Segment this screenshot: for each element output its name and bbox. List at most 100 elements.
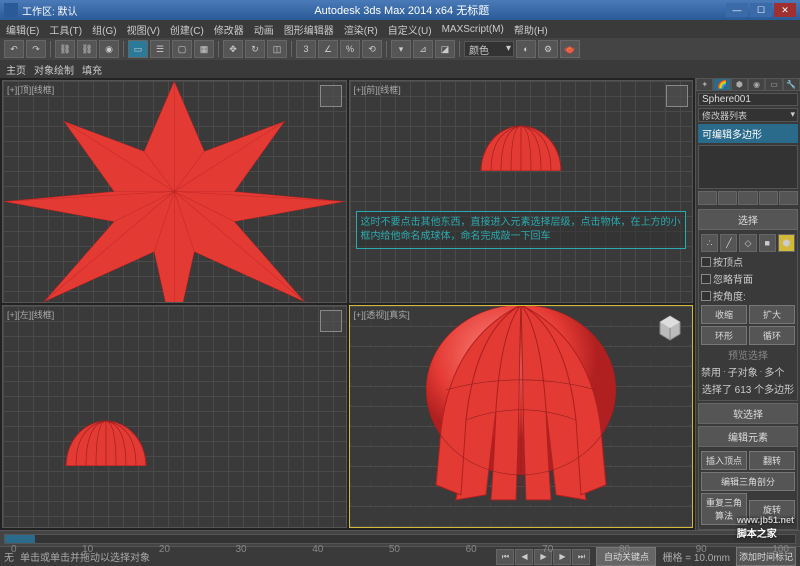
viewport-label[interactable]: [+][透视][真实] — [354, 308, 410, 321]
redo-button[interactable]: ↷ — [26, 40, 46, 58]
shrink-button[interactable]: 收缩 — [701, 305, 747, 324]
ribbon-tab-home[interactable]: 主页 — [6, 62, 26, 77]
tab-display-icon[interactable]: ▭ — [765, 78, 782, 91]
remove-mod-button[interactable] — [759, 191, 778, 205]
time-slider[interactable]: 0102030405060708090100 — [4, 534, 796, 544]
angle-snap-button[interactable]: ∠ — [318, 40, 338, 58]
viewport-left[interactable]: [+][左][线框] — [2, 305, 347, 528]
insert-vertex-button[interactable]: 插入顶点 — [701, 451, 747, 470]
viewport-top[interactable]: [+][顶][线框] — [2, 80, 347, 303]
by-angle-checkbox[interactable] — [701, 291, 711, 301]
menu-group[interactable]: 组(G) — [92, 22, 116, 37]
selection-filter-dropdown[interactable]: 颜色 — [464, 41, 514, 57]
tab-create-icon[interactable]: ✦ — [696, 78, 713, 91]
snap-button[interactable]: 3 — [296, 40, 316, 58]
rollout-selection-header[interactable]: 选择 — [698, 209, 798, 230]
by-vertex-label: 按顶点 — [713, 254, 743, 269]
unlink-button[interactable]: ⛓ — [77, 40, 97, 58]
viewport-label[interactable]: [+][前][线框] — [354, 83, 401, 96]
menu-modifiers[interactable]: 修改器 — [214, 22, 244, 37]
preview-multi[interactable]: 多个 — [764, 364, 784, 379]
bind-button[interactable]: ◉ — [99, 40, 119, 58]
menu-maxscript[interactable]: MAXScript(M) — [442, 24, 504, 35]
timeline[interactable]: 0102030405060708090100 — [0, 531, 800, 547]
modifier-stack-area[interactable] — [698, 145, 798, 189]
configure-button[interactable] — [779, 191, 798, 205]
watermark-url: www.jb51.net — [737, 515, 794, 525]
object-name-input[interactable] — [698, 93, 798, 106]
modifier-stack-item[interactable]: 可编辑多边形 — [698, 124, 798, 143]
spinner-snap-button[interactable]: ⟲ — [362, 40, 382, 58]
render-setup-button[interactable]: ⚙ — [538, 40, 558, 58]
preview-label: 预览选择 — [728, 347, 768, 362]
undo-button[interactable]: ↶ — [4, 40, 24, 58]
viewport-maximize-button[interactable] — [320, 85, 342, 107]
subobj-vertex-icon[interactable]: ∴ — [701, 234, 718, 252]
menu-create[interactable]: 创建(C) — [170, 22, 204, 37]
menu-views[interactable]: 视图(V) — [127, 22, 160, 37]
grow-button[interactable]: 扩大 — [749, 305, 795, 324]
material-editor-button[interactable]: ◐ — [516, 40, 536, 58]
unique-button[interactable] — [738, 191, 757, 205]
preview-sub[interactable]: 子对象 — [728, 364, 758, 379]
viewport-maximize-button[interactable] — [666, 85, 688, 107]
main-area: [+][顶][线框] 这时不要点击其他东西，直接进入元素选择层级，点击物体，在上… — [0, 78, 800, 530]
perspective-bulb-shape — [406, 305, 636, 512]
tab-hierarchy-icon[interactable]: ⬢ — [731, 78, 748, 91]
viewport-front[interactable]: 这时不要点击其他东西，直接进入元素选择层级，点击物体，在上方的小框内给他命名成球… — [349, 80, 694, 303]
window-crossing-button[interactable]: ▦ — [194, 40, 214, 58]
menu-customize[interactable]: 自定义(U) — [388, 22, 432, 37]
edit-tri-button[interactable]: 编辑三角剖分 — [701, 472, 795, 491]
modifier-list-dropdown[interactable]: 修改器列表 — [698, 108, 798, 122]
flip-button[interactable]: 翻转 — [749, 451, 795, 470]
app-icon — [4, 3, 18, 17]
pin-stack-button[interactable] — [698, 191, 717, 205]
ring-button[interactable]: 环形 — [701, 326, 747, 345]
viewport-perspective[interactable]: [+][透视][真实] — [349, 305, 694, 528]
rollout-softsel-header[interactable]: 软选择 — [698, 403, 798, 424]
align-button[interactable]: ◪ — [435, 40, 455, 58]
rotate-button[interactable]: ↻ — [245, 40, 265, 58]
select-name-button[interactable]: ☰ — [150, 40, 170, 58]
named-sel-button[interactable]: ▾ — [391, 40, 411, 58]
preview-off[interactable]: 禁用 — [701, 364, 721, 379]
viewport-label[interactable]: [+][左][线框] — [7, 308, 54, 321]
minimize-button[interactable]: — — [726, 3, 748, 17]
viewport-maximize-button[interactable] — [320, 310, 342, 332]
subobj-edge-icon[interactable]: ╱ — [720, 234, 737, 252]
subobj-element-icon[interactable]: ⬢ — [778, 234, 795, 252]
ignore-backfacing-checkbox[interactable] — [701, 274, 711, 284]
menu-help[interactable]: 帮助(H) — [514, 22, 548, 37]
close-button[interactable]: ✕ — [774, 3, 796, 17]
loop-button[interactable]: 循环 — [749, 326, 795, 345]
viewport-label[interactable]: [+][顶][线框] — [7, 83, 54, 96]
show-result-button[interactable] — [718, 191, 737, 205]
subobj-border-icon[interactable]: ◇ — [739, 234, 756, 252]
menu-render[interactable]: 渲染(R) — [344, 22, 378, 37]
tab-utilities-icon[interactable]: 🔧 — [783, 78, 800, 91]
menu-edit[interactable]: 编辑(E) — [6, 22, 39, 37]
front-hemisphere-shape — [476, 121, 566, 171]
menu-tools[interactable]: 工具(T) — [49, 22, 82, 37]
move-button[interactable]: ✥ — [223, 40, 243, 58]
scale-button[interactable]: ◫ — [267, 40, 287, 58]
by-vertex-checkbox[interactable] — [701, 257, 711, 267]
menu-animation[interactable]: 动画 — [254, 22, 274, 37]
link-button[interactable]: ⛓ — [55, 40, 75, 58]
watermark: www.jb51.net 脚本之家 — [737, 515, 794, 540]
percent-snap-button[interactable]: % — [340, 40, 360, 58]
tab-modify-icon[interactable]: 🌈 — [713, 78, 730, 91]
ribbon-tab-paint[interactable]: 对象绘制 — [34, 62, 74, 77]
command-panel: ✦ 🌈 ⬢ ◉ ▭ 🔧 修改器列表 可编辑多边形 选择 ∴ ╱ ◇ ■ ⬢ — [695, 78, 800, 530]
select-region-button[interactable]: ▢ — [172, 40, 192, 58]
tab-motion-icon[interactable]: ◉ — [748, 78, 765, 91]
mirror-button[interactable]: ⊿ — [413, 40, 433, 58]
viewcube-icon[interactable] — [656, 314, 684, 342]
rollout-editelem-header[interactable]: 编辑元素 — [698, 426, 798, 447]
select-button[interactable]: ▭ — [128, 40, 148, 58]
subobj-polygon-icon[interactable]: ■ — [759, 234, 776, 252]
maximize-button[interactable]: ☐ — [750, 3, 772, 17]
ribbon-tab-populate[interactable]: 填充 — [82, 62, 102, 77]
menu-graph[interactable]: 图形编辑器 — [284, 22, 334, 37]
render-button[interactable]: 🫖 — [560, 40, 580, 58]
